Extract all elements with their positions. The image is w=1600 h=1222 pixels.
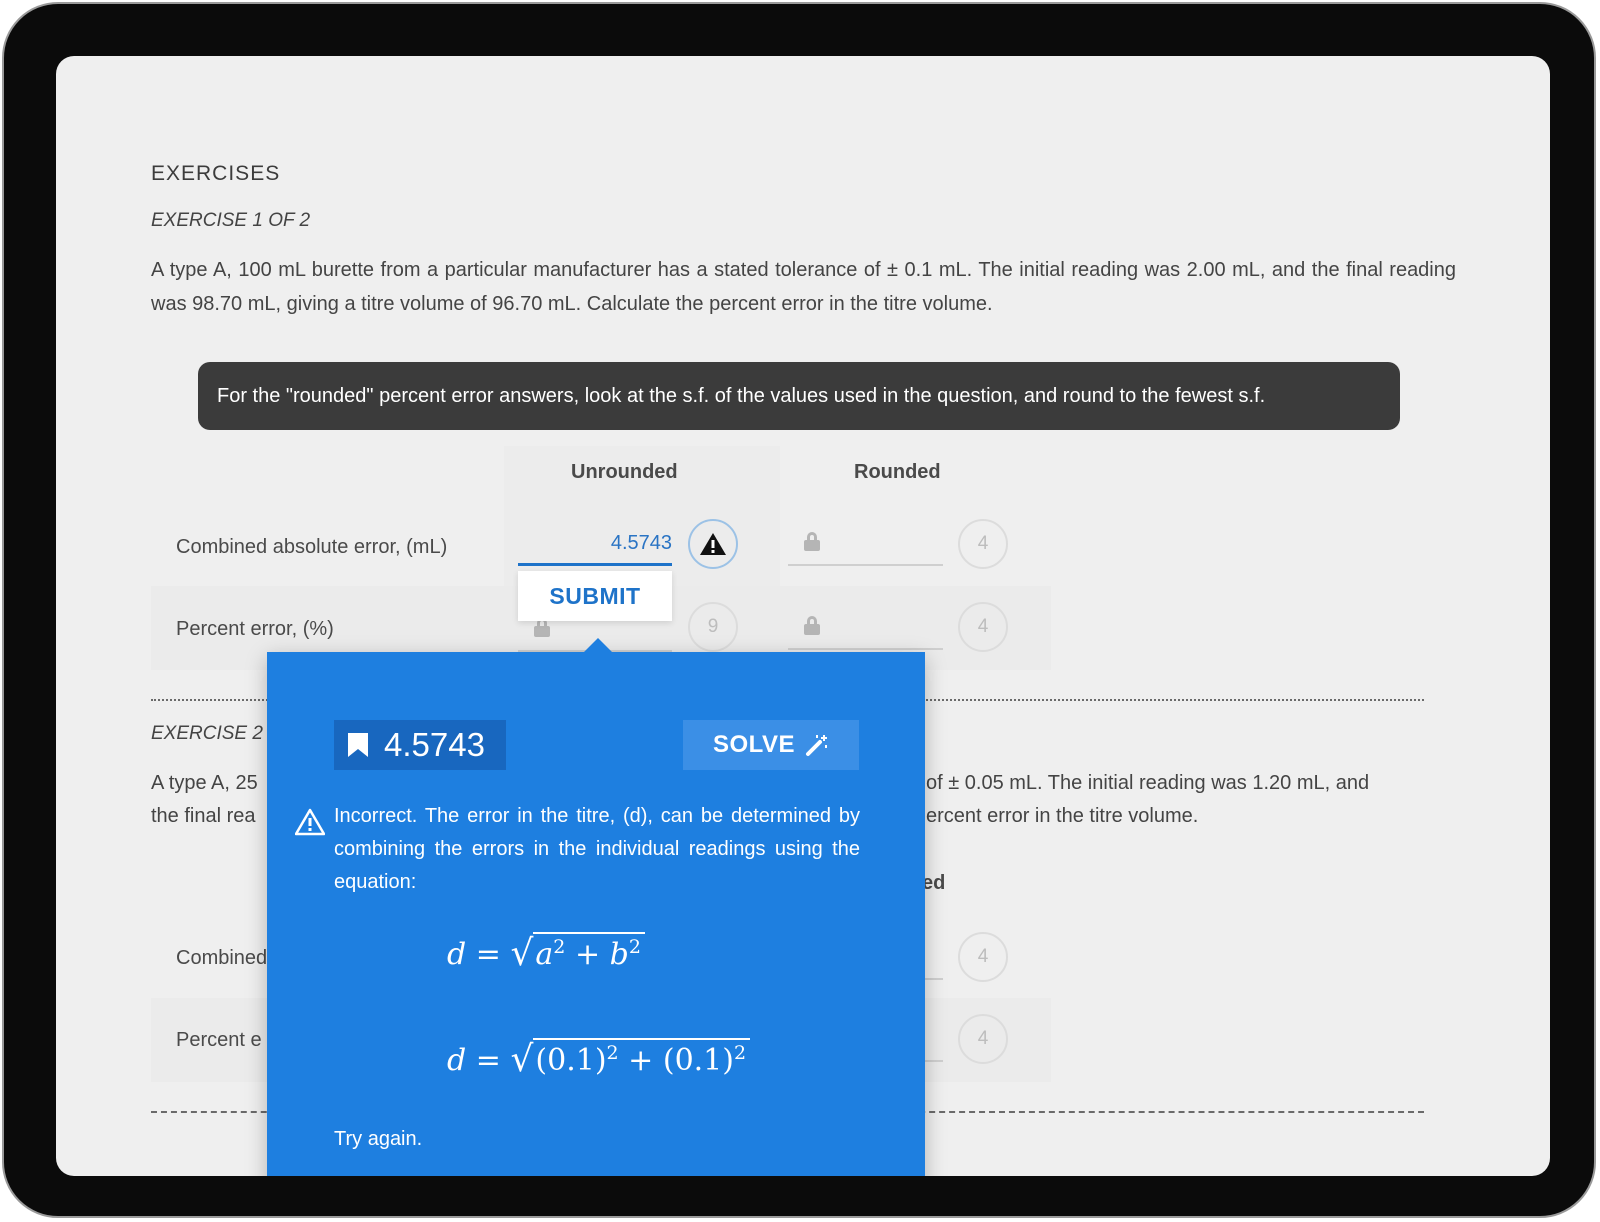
percent-error-rounded-input[interactable]: [788, 602, 943, 650]
exercise-1-title: EXERCISE 1 OF 2: [151, 210, 311, 231]
solve-button[interactable]: SOLVE: [683, 720, 859, 770]
feedback-text: Incorrect. The error in the titre, (d), …: [334, 805, 860, 893]
combined-error-unrounded-input[interactable]: 4.5743: [518, 518, 672, 566]
column-header-unrounded: Unrounded: [571, 461, 678, 483]
exercise-2-title: EXERCISE 2 C: [151, 723, 282, 744]
equation-substituted: d = √ (0.1)2 + (0.1)2: [447, 1038, 751, 1078]
tip-text: For the "rounded" percent error answers,…: [217, 384, 1266, 407]
column-header-rounded-2: ed: [922, 872, 946, 894]
warning-status-button[interactable]: [688, 519, 738, 569]
feedback-popover: 4.5743 SOLVE Incorrect. The error in the…: [267, 638, 925, 1176]
exercise-2-text-left-2: the final rea: [151, 805, 256, 827]
exercise-2-text-left-1: A type A, 25: [151, 772, 258, 794]
row-label-percent-error-2: Percent e: [176, 1029, 262, 1051]
popover-arrow: [583, 638, 613, 653]
submitted-answer-value: 4.5743: [384, 726, 485, 763]
combined-error-unrounded-value: 4.5743: [610, 532, 672, 554]
combined-error-rounded-input[interactable]: [788, 518, 943, 566]
row-label-percent-error: Percent error, (%): [176, 618, 334, 640]
submitted-answer-chip: 4.5743: [334, 720, 506, 770]
attempts-counter: 4: [958, 602, 1008, 652]
attempts-counter: 4: [958, 1014, 1008, 1064]
try-again-text: Try again.: [334, 1128, 423, 1150]
screen: EXERCISES EXERCISE 1 OF 2 A type A, 100 …: [56, 56, 1550, 1176]
bookmark-icon: [348, 733, 368, 757]
page-heading: EXERCISES: [151, 162, 281, 185]
row-label-combined-error: Combined absolute error, (mL): [176, 536, 448, 558]
attempts-counter: 4: [958, 932, 1008, 982]
tip-banner: For the "rounded" percent error answers,…: [198, 362, 1400, 430]
warning-icon: [295, 808, 325, 836]
magic-wand-icon: [806, 735, 828, 756]
column-header-rounded: Rounded: [854, 461, 941, 483]
attempts-counter: 4: [958, 519, 1008, 569]
lock-icon: [804, 616, 820, 635]
warning-icon: [700, 533, 726, 555]
attempts-counter: 9: [688, 602, 738, 652]
exercise-2-text-right-1: of ± 0.05 mL. The initial reading was 1.…: [926, 772, 1370, 794]
equation-general: d = √ a2 + b2: [447, 932, 645, 972]
solve-button-label: SOLVE: [712, 731, 796, 758]
tablet-frame: EXERCISES EXERCISE 1 OF 2 A type A, 100 …: [2, 2, 1596, 1218]
submit-button[interactable]: SUBMIT: [518, 571, 672, 621]
row-label-combined-error-2: Combined: [176, 947, 268, 969]
exercise-2-text-right-2: ercent error in the titre volume.: [926, 805, 1199, 827]
exercise-1-text: A type A, 100 mL burette from a particul…: [151, 259, 1456, 315]
lock-icon: [804, 532, 820, 551]
